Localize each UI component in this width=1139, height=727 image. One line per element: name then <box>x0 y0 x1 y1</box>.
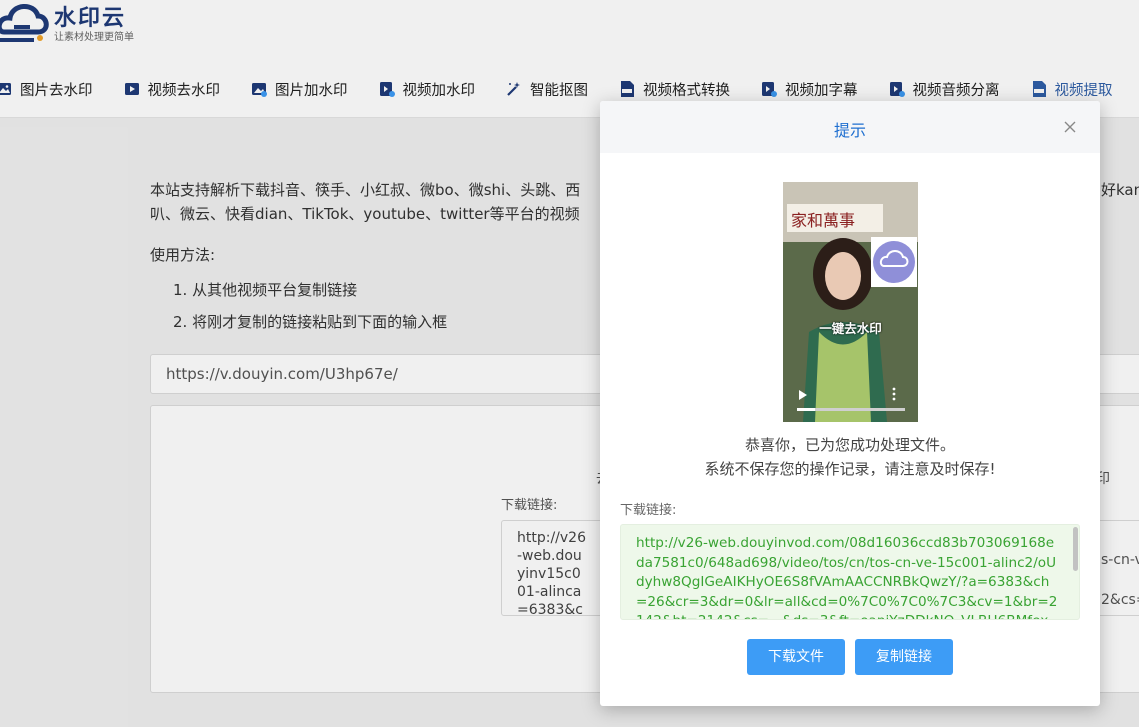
svg-text:家和萬事: 家和萬事 <box>791 211 855 230</box>
download-link-label: 下载链接: <box>620 503 677 518</box>
success-message: 恭喜你，已为您成功处理文件。 <box>744 436 955 454</box>
dialog-header: 提示 <box>600 101 1100 153</box>
dialog-title: 提示 <box>833 121 866 140</box>
copy-link-button[interactable]: 复制链接 <box>855 639 953 675</box>
download-link-text[interactable]: http://v26-web.douyinvod.com/08d16036ccd… <box>636 535 1057 619</box>
close-icon[interactable] <box>1062 119 1078 135</box>
video-thumbnail[interactable]: 家和萬事 一键去水印 <box>783 182 918 422</box>
warning-message: 系统不保存您的操作记录，请注意及时保存! <box>704 460 996 478</box>
download-file-button[interactable]: 下载文件 <box>747 639 845 675</box>
result-dialog: 提示 家和萬事 一键去水印 恭喜你，已为您成功处理文件。 系统不保存您的操作记录… <box>600 101 1100 706</box>
download-link-box[interactable]: http://v26-web.douyinvod.com/08d16036ccd… <box>620 524 1080 620</box>
thumbnail-caption: 一键去水印 <box>819 321 882 336</box>
link-box-scrollbar[interactable] <box>1073 527 1078 571</box>
